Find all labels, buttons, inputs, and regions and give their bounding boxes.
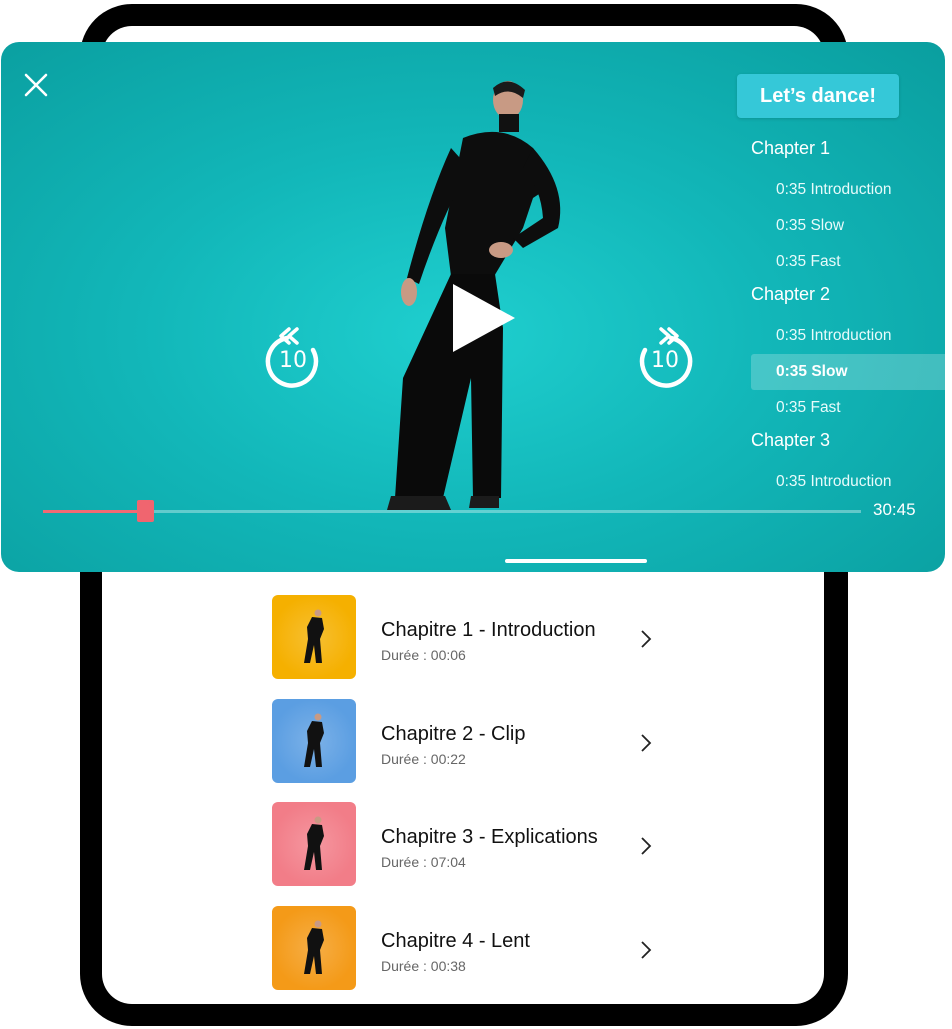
list-item-title: Chapitre 1 - Introduction (381, 619, 596, 641)
thumbnail (272, 802, 356, 886)
list-item-duration: Durée : 00:22 (381, 750, 466, 767)
chapter-title[interactable]: Chapter 3 (751, 426, 945, 464)
dancer-thumbnail (304, 920, 324, 974)
list-item[interactable]: Chapitre 1 - Introduction Durée : 00:06 (272, 595, 672, 699)
list-item-title: Chapitre 2 - Clip (381, 722, 526, 745)
progress-thumb[interactable] (137, 500, 155, 522)
progress-fill (43, 510, 146, 513)
chapter-item-active[interactable]: 0:35 Slow (751, 354, 945, 390)
chapter-group-3: Chapter 3 0:35 Introduction (751, 426, 945, 500)
chevron-right-icon (641, 940, 652, 959)
list-item-duration: Durée : 00:06 (381, 647, 466, 663)
home-indicator (505, 559, 647, 563)
close-icon[interactable] (23, 72, 49, 98)
skip-forward-label: 10 (651, 348, 679, 373)
chapter-item[interactable]: 0:35 Slow (751, 208, 945, 244)
chapter-group-1: Chapter 1 0:35 Introduction 0:35 Slow 0:… (751, 134, 945, 280)
dancer-thumbnail (304, 713, 324, 767)
progress-bar[interactable] (43, 500, 861, 522)
thumbnail (272, 595, 356, 679)
play-icon (453, 284, 515, 352)
dancer-thumbnail (304, 816, 324, 870)
list-item[interactable]: Chapitre 3 - Explications Durée : 07:04 (272, 802, 672, 906)
dancer-thumbnail (304, 609, 324, 663)
chevron-right-icon (641, 630, 652, 648)
list-item[interactable]: Chapitre 2 - Clip Durée : 00:22 (272, 698, 672, 803)
chapter-item[interactable]: 0:35 Introduction (751, 464, 945, 500)
chapter-title[interactable]: Chapter 1 (751, 134, 945, 172)
chapter-list: Chapter 1 0:35 Introduction 0:35 Slow 0:… (751, 134, 945, 500)
chapter-item[interactable]: 0:35 Introduction (751, 318, 945, 354)
chapter-video-list: Chapitre 1 - Introduction Durée : 00:06 … (272, 595, 672, 1009)
chapter-group-2: Chapter 2 0:35 Introduction 0:35 Slow 0:… (751, 280, 945, 426)
skip-back-button[interactable]: 10 (263, 326, 323, 390)
list-item-duration: Durée : 07:04 (381, 854, 466, 870)
list-item[interactable]: Chapitre 4 - Lent Durée : 00:38 (272, 905, 672, 1010)
chevron-right-icon (641, 733, 652, 752)
chevron-right-icon (641, 837, 652, 855)
skip-forward-button[interactable]: 10 (635, 326, 695, 390)
list-item-title: Chapitre 4 - Lent (381, 929, 530, 952)
play-button[interactable] (447, 280, 519, 356)
duration-label: 30:45 (873, 500, 916, 519)
chapter-item[interactable]: 0:35 Fast (751, 244, 945, 280)
lets-dance-button[interactable]: Let’s dance! (737, 74, 899, 118)
chapter-item[interactable]: 0:35 Fast (751, 390, 945, 426)
chapter-title[interactable]: Chapter 2 (751, 280, 945, 318)
list-item-duration: Durée : 00:38 (381, 957, 466, 974)
list-item-title: Chapitre 3 - Explications (381, 826, 598, 848)
video-player[interactable]: 10 10 Let’s dance! Chapter 1 0:35 Introd… (1, 42, 945, 572)
skip-back-label: 10 (279, 348, 307, 373)
thumbnail (272, 905, 356, 990)
chapter-item[interactable]: 0:35 Introduction (751, 172, 945, 208)
thumbnail (272, 698, 356, 783)
